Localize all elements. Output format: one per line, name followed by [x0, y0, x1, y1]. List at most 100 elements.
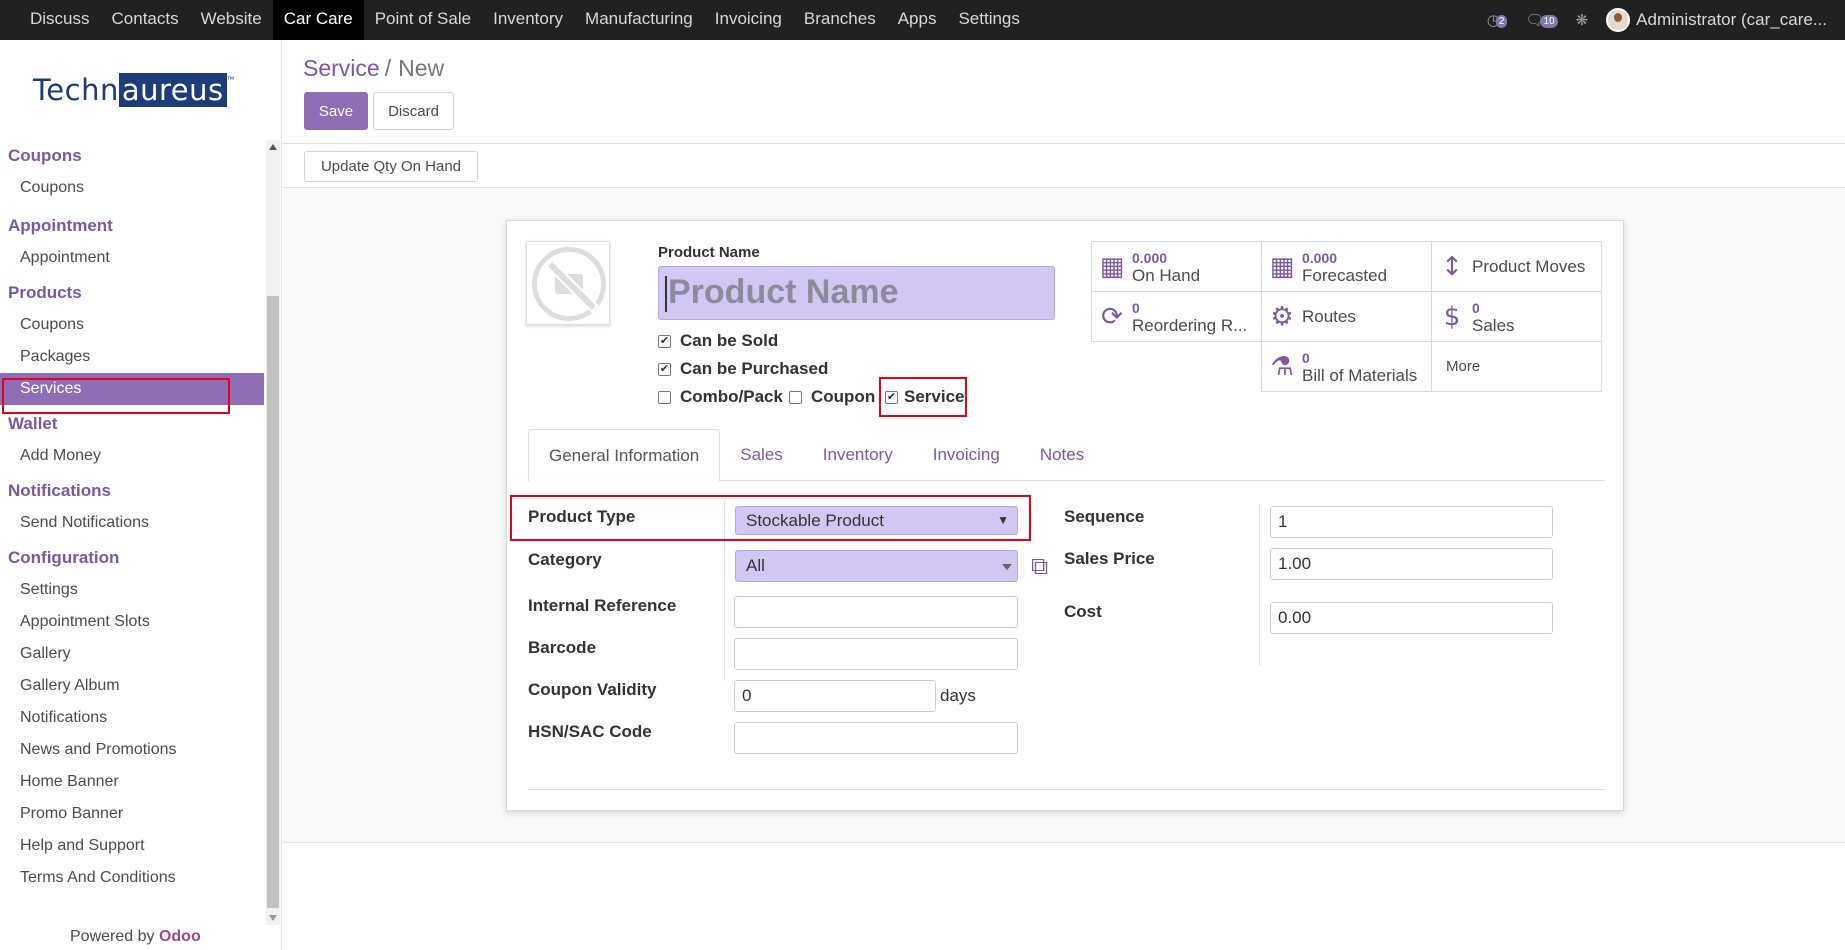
menu-contacts[interactable]: Contacts: [101, 0, 190, 40]
menu-manufacturing[interactable]: Manufacturing: [574, 0, 704, 40]
hsn-sac-input[interactable]: [734, 722, 1018, 754]
tab-invoicing[interactable]: Invoicing: [913, 429, 1020, 481]
sidebar-section-notifications[interactable]: Notifications: [0, 475, 264, 507]
product-image[interactable]: [526, 241, 610, 325]
sidebar-item-add-money[interactable]: Add Money: [0, 440, 264, 472]
dollar-icon: $: [1443, 301, 1461, 332]
menu-settings[interactable]: Settings: [947, 0, 1030, 40]
scroll-thumb[interactable]: [267, 296, 279, 908]
tab-sales[interactable]: Sales: [720, 429, 803, 481]
update-qty-button[interactable]: Update Qty On Hand: [304, 151, 478, 182]
product-name-input[interactable]: Product Name: [658, 266, 1055, 320]
sidebar-item-help-support[interactable]: Help and Support: [0, 830, 264, 862]
hsn-sac-label: HSN/SAC Code: [528, 722, 652, 741]
top-navbar: Discuss Contacts Website Car Care Point …: [0, 0, 1845, 40]
left-group-divider: [724, 501, 725, 681]
menu-point-of-sale[interactable]: Point of Sale: [364, 0, 482, 40]
tab-notes[interactable]: Notes: [1020, 429, 1104, 481]
coupon-validity-input[interactable]: 0: [734, 680, 936, 712]
sidebar-item-services[interactable]: Services: [0, 373, 264, 405]
systray: ◷ 2 🗨 10 ❋ Administrator (car_care...: [1487, 0, 1845, 40]
can-be-purchased-checkbox[interactable]: ✔: [658, 362, 671, 376]
internal-reference-input[interactable]: [734, 596, 1018, 628]
activity-button[interactable]: ◷ 2: [1487, 11, 1508, 29]
sidebar-scrollbar[interactable]: [266, 140, 280, 925]
service-checkbox[interactable]: ✔: [885, 390, 898, 404]
sidebar-item-gallery[interactable]: Gallery: [0, 638, 264, 670]
sidebar-item-packages[interactable]: Packages: [0, 341, 264, 373]
avatar[interactable]: [1606, 8, 1631, 32]
breadcrumb-service[interactable]: Service: [303, 55, 380, 81]
service[interactable]: ✔ Service: [885, 387, 965, 407]
product-type-select[interactable]: Stockable Product ▼: [735, 506, 1018, 535]
coupon-validity-label: Coupon Validity: [528, 680, 657, 699]
sidebar-item-appointment[interactable]: Appointment: [0, 242, 264, 274]
building-icon: ▦: [1269, 251, 1295, 282]
more-button[interactable]: More: [1431, 341, 1602, 392]
sidebar-section-wallet[interactable]: Wallet: [0, 408, 264, 440]
sidebar-item-gallery-album[interactable]: Gallery Album: [0, 670, 264, 702]
menu-website[interactable]: Website: [190, 0, 273, 40]
sequence-input[interactable]: 1: [1270, 506, 1553, 538]
messages-button[interactable]: 🗨 10: [1525, 11, 1558, 29]
coupon-checkbox[interactable]: [789, 390, 802, 404]
reordering-button[interactable]: ⟳ 0 Reordering R...: [1091, 291, 1262, 342]
can-be-purchased[interactable]: ✔ Can be Purchased: [658, 359, 828, 379]
refresh-icon: ⟳: [1101, 301, 1123, 332]
sales-price-input[interactable]: 1.00: [1270, 548, 1553, 580]
cost-input[interactable]: 0.00: [1270, 602, 1553, 634]
tab-inventory[interactable]: Inventory: [803, 429, 913, 481]
sidebar-item-send-notifications[interactable]: Send Notifications: [0, 507, 264, 539]
category-select[interactable]: All: [735, 550, 1018, 582]
scroll-up-icon[interactable]: [269, 144, 277, 150]
product-moves-button[interactable]: ↕ Product Moves: [1431, 241, 1602, 292]
menu-discuss[interactable]: Discuss: [19, 0, 101, 40]
product-name-label: Product Name: [658, 244, 760, 261]
sales-button[interactable]: $ 0 Sales: [1431, 291, 1602, 342]
combo-pack-checkbox[interactable]: [658, 390, 671, 404]
no-camera-icon: [532, 247, 606, 321]
tab-general-information[interactable]: General Information: [528, 429, 721, 482]
form-sheet: Product Name Product Name ✔ Can be Sold …: [506, 220, 1624, 811]
debug-button[interactable]: ❋: [1576, 11, 1589, 29]
discard-button[interactable]: Discard: [373, 92, 454, 130]
coupon[interactable]: Coupon: [789, 387, 875, 407]
save-button[interactable]: Save: [304, 92, 368, 130]
sidebar-item-terms[interactable]: Terms And Conditions: [0, 862, 264, 894]
sidebar-item-news-promotions[interactable]: News and Promotions: [0, 734, 264, 766]
menu-apps[interactable]: Apps: [887, 0, 948, 40]
sidebar-section-coupons[interactable]: Coupons: [0, 140, 264, 172]
bom-button[interactable]: ⚗ 0 Bill of Materials: [1261, 341, 1432, 392]
external-link-icon[interactable]: ⧉: [1031, 552, 1048, 580]
cogs-icon: ⚙: [1270, 301, 1294, 332]
routes-button[interactable]: ⚙ Routes: [1261, 291, 1432, 342]
combo-pack[interactable]: Combo/Pack: [658, 387, 783, 407]
on-hand-button[interactable]: ▦ 0.000 On Hand: [1091, 241, 1262, 292]
sidebar-item-settings[interactable]: Settings: [0, 574, 264, 606]
odoo-link[interactable]: Odoo: [159, 928, 201, 945]
sidebar-section-appointment[interactable]: Appointment: [0, 210, 264, 242]
menu-branches[interactable]: Branches: [793, 0, 887, 40]
menu-invoicing[interactable]: Invoicing: [704, 0, 793, 40]
sidebar-item-coupons[interactable]: Coupons: [0, 172, 264, 204]
breadcrumb: Service / New: [303, 55, 445, 81]
user-menu[interactable]: Administrator (car_care...: [1636, 10, 1827, 30]
category-label: Category: [528, 550, 602, 569]
can-be-sold[interactable]: ✔ Can be Sold: [658, 331, 778, 351]
forecasted-button[interactable]: ▦ 0.000 Forecasted: [1261, 241, 1432, 292]
barcode-input[interactable]: [734, 638, 1018, 670]
company-logo[interactable]: Techn aureus ™: [33, 73, 235, 107]
menu-car-care[interactable]: Car Care: [272, 0, 364, 40]
sidebar-item-notifications[interactable]: Notifications: [0, 702, 264, 734]
can-be-sold-checkbox[interactable]: ✔: [658, 334, 671, 348]
sidebar-item-appointment-slots[interactable]: Appointment Slots: [0, 606, 264, 638]
scroll-down-icon[interactable]: [269, 915, 277, 921]
sidebar-section-products[interactable]: Products: [0, 277, 264, 309]
sidebar-item-promo-banner[interactable]: Promo Banner: [0, 798, 264, 830]
menu-inventory[interactable]: Inventory: [482, 0, 574, 40]
sidebar-item-home-banner[interactable]: Home Banner: [0, 766, 264, 798]
sidebar-item-product-coupons[interactable]: Coupons: [0, 309, 264, 341]
sidebar-section-configuration[interactable]: Configuration: [0, 542, 264, 574]
app-menu: Discuss Contacts Website Car Care Point …: [0, 0, 1031, 40]
caret-down-icon: ▼: [997, 513, 1009, 527]
